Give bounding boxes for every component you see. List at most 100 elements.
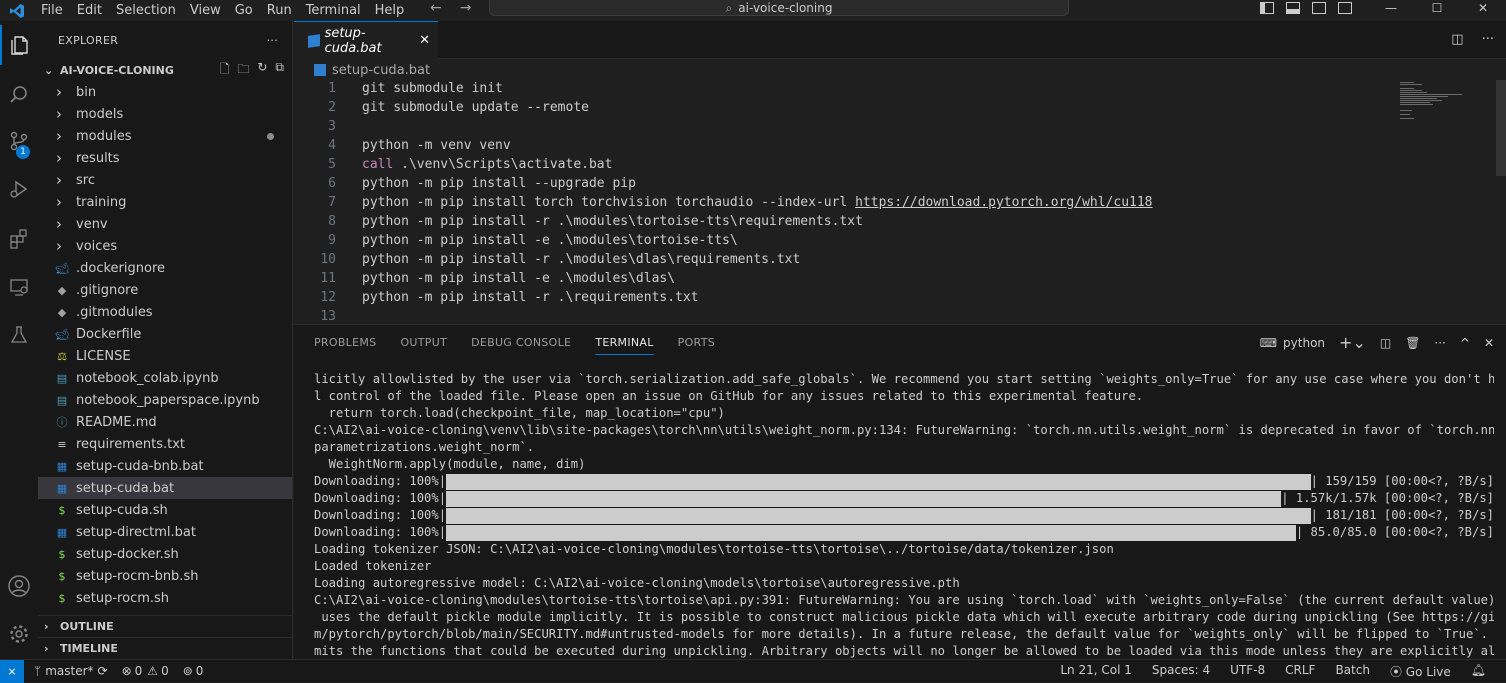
menu-edit[interactable]: Edit [70, 4, 109, 17]
menu-terminal[interactable]: Terminal [299, 4, 368, 17]
code-link[interactable]: https://download.pytorch.org/whl/cu118 [855, 195, 1152, 210]
editor-scrollbar[interactable] [1496, 80, 1506, 176]
branch-name[interactable]: master* [45, 664, 93, 678]
menu-run[interactable]: Run [260, 4, 299, 17]
more-actions-icon[interactable]: ··· [267, 34, 278, 47]
tree-item-setup-cuda-bat[interactable]: ▦ setup-cuda.bat [38, 477, 292, 499]
split-editor-icon[interactable]: ◫ [1451, 32, 1463, 47]
back-arrow-icon[interactable]: ← [430, 0, 442, 16]
tree-item-modules[interactable]: › modules [38, 125, 292, 147]
timeline-section[interactable]: › TIMELINE [38, 637, 293, 659]
command-center[interactable]: ⌕ ai-voice-cloning [489, 0, 1069, 16]
minimap[interactable] [1392, 80, 1492, 140]
tree-item-gitmodules[interactable]: ◆ .gitmodules [38, 301, 292, 323]
close-tab-icon[interactable]: ✕ [419, 33, 430, 48]
tree-item-results[interactable]: › results [38, 147, 292, 169]
tree-item-bin[interactable]: › bin [38, 81, 292, 103]
more-actions-icon[interactable]: ··· [1434, 336, 1445, 350]
tree-item-setup-directml-bat[interactable]: ▦ setup-directml.bat [38, 521, 292, 543]
indentation[interactable]: Spaces: 4 [1152, 663, 1210, 680]
cursor-position[interactable]: Ln 21, Col 1 [1060, 663, 1132, 680]
terminal-name[interactable]: python [1283, 336, 1325, 350]
menu-help[interactable]: Help [368, 4, 412, 17]
tab-setup-cuda-bat[interactable]: setup-cuda.bat ✕ [294, 21, 438, 59]
notifications-bell-icon[interactable]: 🔔︎ [1471, 663, 1486, 680]
tab-ports[interactable]: PORTS [678, 336, 715, 349]
menu-go[interactable]: Go [228, 4, 260, 17]
remote-explorer-icon[interactable] [0, 267, 38, 307]
menu-selection[interactable]: Selection [109, 4, 183, 17]
warnings-count[interactable]: 0 [161, 664, 169, 678]
line-ending[interactable]: CRLF [1285, 663, 1315, 680]
new-terminal-icon[interactable]: +⌄ [1339, 333, 1366, 352]
outline-section[interactable]: › OUTLINE [38, 615, 293, 637]
run-debug-icon[interactable] [0, 169, 38, 209]
tree-item-gitignore[interactable]: ◆ .gitignore [38, 279, 292, 301]
tree-item-voices[interactable]: › voices [38, 235, 292, 257]
breadcrumb-file[interactable]: setup-cuda.bat [332, 63, 430, 78]
menu-view[interactable]: View [183, 4, 228, 17]
new-file-icon[interactable]: 🗋 [220, 60, 230, 81]
refresh-icon[interactable]: ↻ [257, 60, 267, 81]
toggle-panel-icon[interactable] [1286, 1, 1300, 14]
tree-item-license[interactable]: ⚖ LICENSE [38, 345, 292, 367]
tree-item-notebook-colab-ipynb[interactable]: ▤ notebook_colab.ipynb [38, 367, 292, 389]
tree-item-notebook-paperspace-ipynb[interactable]: ▤ notebook_paperspace.ipynb [38, 389, 292, 411]
license-icon: ⚖ [57, 349, 67, 363]
search-icon[interactable] [0, 75, 38, 115]
tree-item-setup-rocm-bnb-sh[interactable]: $ setup-rocm-bnb.sh [38, 565, 292, 587]
terminal-output[interactable]: licitly allowlisted by the user via `tor… [314, 371, 1494, 661]
tab-output[interactable]: OUTPUT [400, 336, 447, 349]
file-icon: ≡ [57, 437, 67, 451]
tree-item-dockerignore[interactable]: 🐋︎ .dockerignore [38, 257, 292, 279]
tree-item-models[interactable]: › models [38, 103, 292, 125]
code-editor[interactable]: 1 git submodule init 2 git submodule update… [294, 80, 1506, 324]
explorer-header: EXPLORER ··· [38, 21, 292, 59]
remote-indicator-icon[interactable]: ⨯ [0, 659, 24, 683]
shell-script-icon: $ [58, 503, 66, 517]
tree-item-venv[interactable]: › venv [38, 213, 292, 235]
maximize-button[interactable]: ☐ [1414, 1, 1460, 15]
extensions-icon[interactable] [0, 219, 38, 259]
customize-layout-icon[interactable] [1338, 1, 1352, 14]
source-control-icon[interactable]: 1 [0, 121, 38, 161]
toggle-primary-sidebar-icon[interactable] [1260, 1, 1274, 14]
forward-arrow-icon[interactable]: → [460, 0, 472, 16]
go-live-button[interactable]: ⦿ Go Live [1390, 663, 1451, 680]
encoding[interactable]: UTF-8 [1230, 663, 1265, 680]
sync-icon[interactable]: ⟳ [98, 664, 108, 678]
tree-item-setup-cuda-bnb-bat[interactable]: ▦ setup-cuda-bnb.bat [38, 455, 292, 477]
tree-item-src[interactable]: › src [38, 169, 292, 191]
split-terminal-icon[interactable]: ◫ [1380, 336, 1391, 350]
close-panel-icon[interactable]: ✕ [1484, 336, 1494, 350]
tree-item-readme-md[interactable]: ⓘ README.md [38, 411, 292, 433]
tree-item-setup-cuda-sh[interactable]: $ setup-cuda.sh [38, 499, 292, 521]
toggle-secondary-sidebar-icon[interactable] [1312, 1, 1326, 14]
explorer-icon[interactable] [0, 25, 38, 65]
tree-item-setup-docker-sh[interactable]: $ setup-docker.sh [38, 543, 292, 565]
download-stats: | 85.0/85.0 [00:00<?, ?B/s] [1295, 525, 1494, 539]
tab-terminal[interactable]: TERMINAL [595, 330, 654, 355]
maximize-panel-icon[interactable]: ^ [1460, 336, 1470, 350]
language-mode[interactable]: Batch [1335, 663, 1370, 680]
testing-icon[interactable] [0, 315, 38, 355]
project-root[interactable]: ⌄ AI-VOICE-CLONING 🗋 🗀 ↻ ⧉ [38, 59, 292, 81]
manage-gear-icon[interactable] [0, 614, 38, 654]
tab-problems[interactable]: PROBLEMS [314, 336, 376, 349]
more-actions-icon[interactable]: ··· [1482, 32, 1494, 47]
collapse-all-icon[interactable]: ⧉ [275, 60, 284, 81]
trash-icon[interactable]: 🗑 [1405, 336, 1420, 350]
account-icon[interactable] [0, 566, 38, 606]
tree-item-training[interactable]: › training [38, 191, 292, 213]
tree-item-setup-rocm-sh[interactable]: $ setup-rocm.sh [38, 587, 292, 609]
close-window-button[interactable]: ✕ [1460, 1, 1506, 15]
line-number: 11 [320, 271, 336, 286]
new-folder-icon[interactable]: 🗀 [237, 60, 249, 81]
tree-item-dockerfile[interactable]: 🐋︎ Dockerfile [38, 323, 292, 345]
menu-file[interactable]: File [34, 4, 70, 17]
errors-count[interactable]: 0 [135, 664, 143, 678]
ports-count[interactable]: 0 [196, 664, 204, 678]
minimize-button[interactable]: — [1368, 1, 1414, 15]
tree-item-requirements-txt[interactable]: ≡ requirements.txt [38, 433, 292, 455]
tab-debug-console[interactable]: DEBUG CONSOLE [471, 336, 571, 349]
